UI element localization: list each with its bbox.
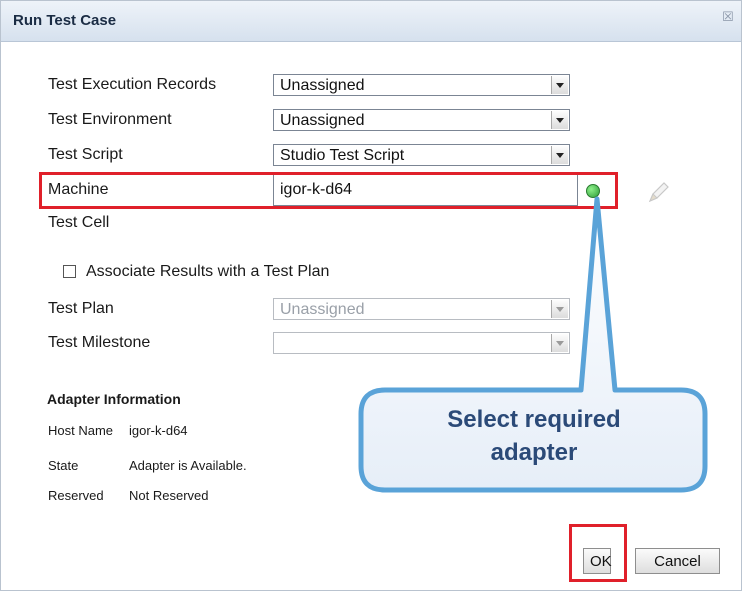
cancel-button[interactable]: Cancel <box>635 548 720 574</box>
callout-text: Select required adapter <box>361 403 707 469</box>
callout-line-1: Select required <box>447 406 621 433</box>
run-test-case-dialog: Run Test Case ☒ Test Execution Records U… <box>0 0 742 591</box>
callout-line-2: adapter <box>490 439 578 466</box>
callout-bubble <box>358 196 708 493</box>
ok-highlight-box <box>569 524 627 582</box>
